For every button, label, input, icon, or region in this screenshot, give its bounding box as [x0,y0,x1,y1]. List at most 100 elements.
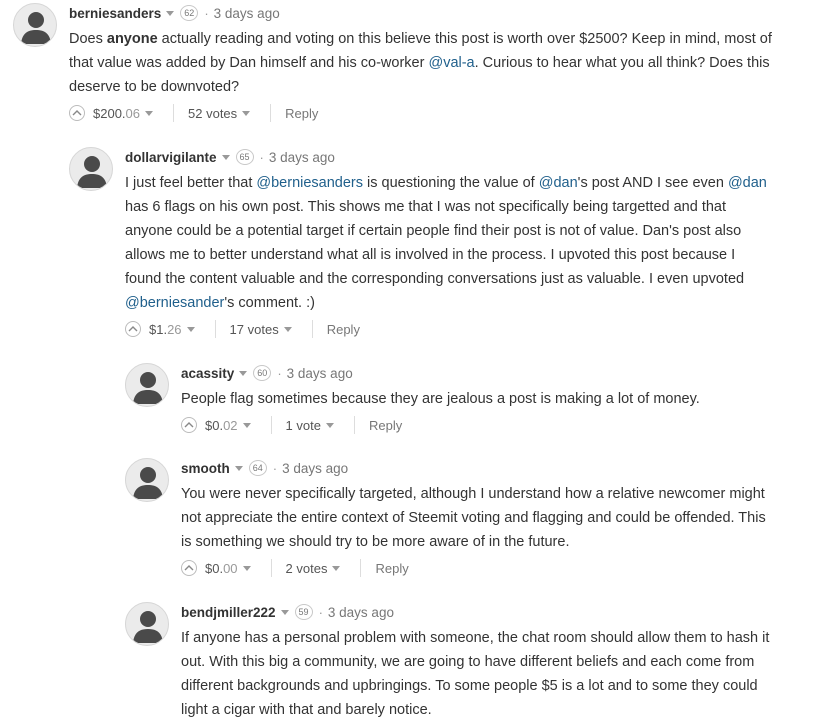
separator-dot: · [204,5,209,21]
comment-text: Does anyone actually reading and voting … [69,27,773,99]
author-name[interactable]: acassity [181,366,234,381]
divider [270,559,272,577]
divider [214,320,216,338]
reply-button[interactable]: Reply [327,322,360,337]
comment-text: People flag sometimes because they are j… [181,391,700,407]
comment-text: If anyone has a personal problem with so… [181,630,770,718]
comment-body: bendjmiller222 59 · 3 days ago If anyone… [181,602,775,722]
text-part: 's comment. :) [224,295,315,311]
reputation-badge: 62 [180,5,199,21]
text-part: I just feel better that [125,175,257,191]
user-silhouette-icon [133,372,163,404]
upvote-button[interactable] [181,417,197,433]
votes-dropdown[interactable]: 17 votes [230,322,298,337]
reputation-badge: 60 [253,365,272,381]
caret-down-icon[interactable] [280,609,289,615]
chevron-up-icon [72,110,82,116]
separator-dot: · [277,365,282,381]
author-name[interactable]: smooth [181,461,230,476]
reply-button[interactable]: Reply [285,106,318,121]
payout-amount[interactable]: $0. 00 [205,561,257,576]
chevron-up-icon [184,422,194,428]
timestamp[interactable]: 3 days ago [214,6,280,21]
payout-dollars: $0. [205,417,224,433]
text-part: is questioning the value of [363,175,539,191]
user-mention-link[interactable]: @berniesanders [256,175,363,191]
votes-dropdown[interactable]: 1 vote [286,418,340,433]
payout-dollars: $0. [205,560,224,576]
author-name[interactable]: berniesanders [69,6,161,21]
reply-button[interactable]: Reply [369,418,402,433]
user-mention-link[interactable]: @val-a [428,55,474,71]
avatar[interactable] [69,147,113,191]
caret-down-icon[interactable] [234,465,243,471]
timestamp[interactable]: 3 days ago [282,461,348,476]
payout-cents: 06 [125,105,141,121]
caret-down-icon[interactable] [186,326,195,332]
comment-body: dollarvigilante 65 · 3 days ago I just f… [125,147,775,339]
caret-down-icon[interactable] [145,110,154,116]
votes-count: 17 votes [229,321,279,337]
comment-meta: bendjmiller222 59 · 3 days ago [181,602,775,622]
divider [270,416,272,434]
user-silhouette-icon [133,467,163,499]
votes-count: 1 vote [285,417,321,433]
reputation-badge: 59 [294,604,313,620]
timestamp[interactable]: 3 days ago [328,605,394,620]
author-name[interactable]: dollarvigilante [125,150,217,165]
comment-body: acassity 60 · 3 days ago People flag som… [181,363,775,435]
payout-cents: 02 [223,417,238,433]
reputation-badge: 64 [248,460,267,476]
upvote-button[interactable] [181,560,197,576]
caret-down-icon[interactable] [242,422,251,428]
votes-dropdown[interactable]: 2 votes [286,561,347,576]
user-mention-link[interactable]: @dan [728,175,767,191]
author-name[interactable]: bendjmiller222 [181,605,276,620]
divider [353,416,355,434]
caret-down-icon[interactable] [283,326,292,332]
caret-down-icon[interactable] [239,370,248,376]
avatar[interactable] [125,458,169,502]
comment-body: smooth 64 · 3 days ago You were never sp… [181,458,775,578]
payout-cents: 26 [167,321,182,337]
separator-dot: · [272,460,278,476]
caret-down-icon[interactable] [166,10,175,16]
timestamp[interactable]: 3 days ago [287,366,353,381]
text-part: Does [69,31,107,47]
comment-body: berniesanders 62 · 3 days ago Does anyon… [69,3,773,123]
caret-down-icon[interactable] [325,422,334,428]
payout-amount[interactable]: $0. 02 [205,418,257,433]
caret-down-icon[interactable] [221,154,230,160]
votes-count: 2 votes [285,560,328,576]
comment-footer: $0. 00 2 votes Reply [181,558,775,578]
payout-dollars: $1. [149,321,168,337]
payout-amount[interactable]: $200. 06 [93,106,159,121]
text-part: has 6 flags on his own post. This shows … [125,199,745,287]
timestamp[interactable]: 3 days ago [269,150,335,165]
user-silhouette-icon [133,611,163,643]
votes-dropdown[interactable]: 52 votes [188,106,256,121]
payout-cents: 00 [223,560,238,576]
payout-amount[interactable]: $1. 26 [149,322,201,337]
user-silhouette-icon [21,12,51,44]
divider [270,104,272,122]
upvote-button[interactable] [125,321,141,337]
user-mention-link[interactable]: @dan [539,175,578,191]
user-mention-link[interactable]: @berniesander [125,295,224,311]
text-bold: anyone [106,31,158,47]
reputation-badge: 65 [235,149,254,165]
caret-down-icon[interactable] [332,565,341,571]
divider [311,320,313,338]
comment-meta: berniesanders 62 · 3 days ago [69,3,773,23]
reply-button[interactable]: Reply [375,561,408,576]
divider [360,559,362,577]
avatar[interactable] [13,3,57,47]
avatar[interactable] [125,363,169,407]
separator-dot: · [259,149,264,165]
caret-down-icon[interactable] [242,565,251,571]
upvote-button[interactable] [69,105,85,121]
avatar[interactable] [125,602,169,646]
caret-down-icon[interactable] [242,110,251,116]
payout-dollars: $200. [93,105,126,121]
comment-footer: $0. 02 1 vote Reply [181,415,775,435]
